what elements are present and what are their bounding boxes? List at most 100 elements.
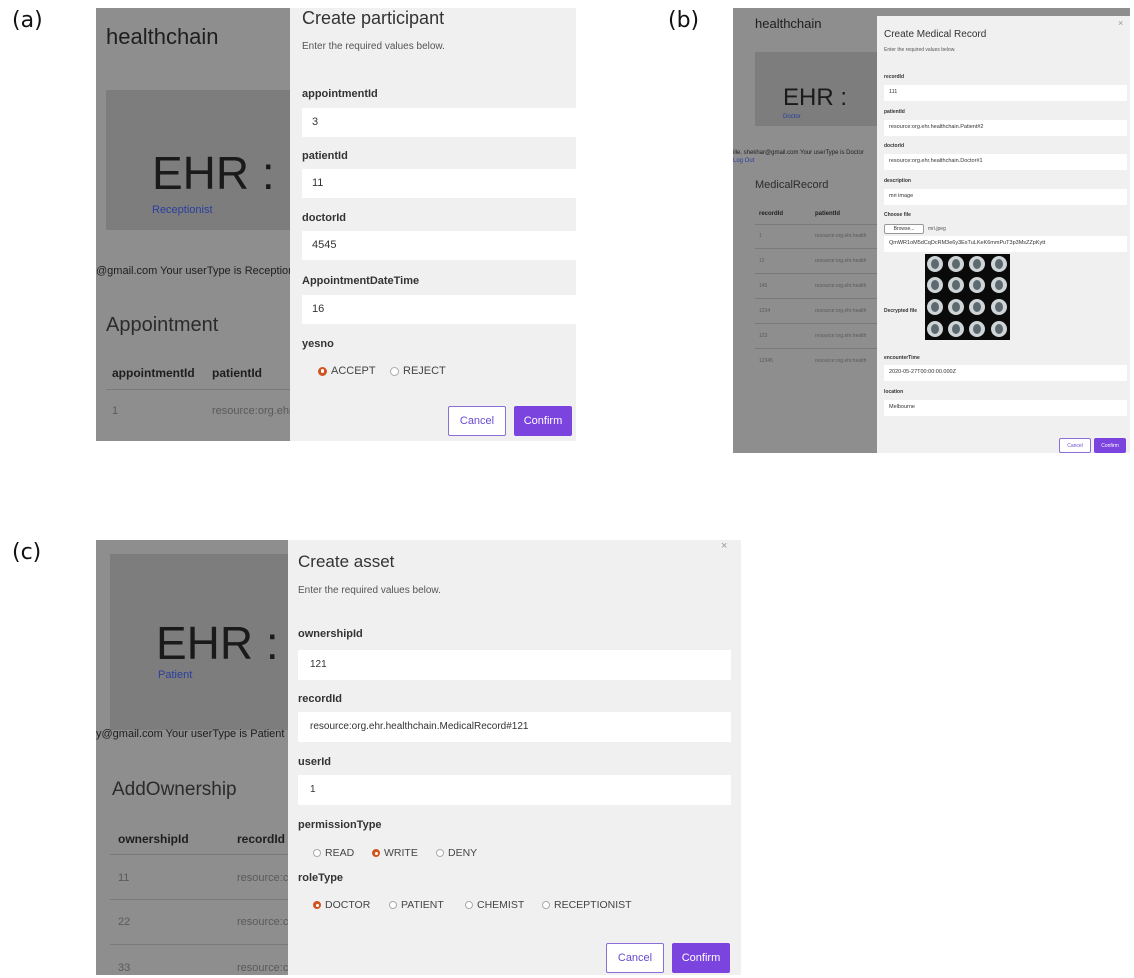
radio-unselected-icon	[542, 901, 550, 909]
radio-selected-icon	[318, 366, 327, 376]
table-cell-id: 1	[759, 233, 762, 239]
cancel-button[interactable]: Cancel	[606, 943, 664, 973]
ownershipid-input[interactable]: 121	[298, 650, 731, 680]
table-divider	[755, 224, 877, 225]
userid-input[interactable]: 1	[298, 775, 731, 805]
create-asset-modal: × Create asset Enter the required values…	[288, 540, 741, 975]
table-cell-id: 11	[118, 872, 130, 884]
receptionist-radio[interactable]: RECEPTIONIST	[542, 899, 632, 911]
close-icon[interactable]: ×	[721, 540, 727, 552]
role-link[interactable]: Doctor	[783, 114, 801, 120]
patientid-label: patientId	[302, 150, 348, 162]
yesno-label: yesno	[302, 338, 334, 350]
description-input[interactable]: mri image	[884, 189, 1127, 205]
confirm-button[interactable]: Confirm	[514, 406, 572, 436]
appointmentid-input[interactable]: 3	[302, 108, 576, 137]
table-cell-id: 33	[118, 962, 131, 974]
cancel-button[interactable]: Cancel	[1059, 438, 1091, 453]
browse-button[interactable]: Browse...	[884, 224, 924, 234]
ehr-title: EHR :	[156, 617, 279, 669]
screenshot-a: healthchain EHR : Receptionist @gmail.co…	[96, 8, 576, 441]
encountertime-input[interactable]: 2020-05-27T00:00:00.000Z	[884, 365, 1127, 381]
reject-radio[interactable]: REJECT	[390, 365, 446, 377]
table-header-recordid: recordId	[237, 832, 286, 846]
table-header-patientid: patientId	[815, 211, 840, 217]
radio-selected-icon	[372, 849, 380, 857]
table-header-recordid: recordId	[759, 211, 784, 217]
description-label: description	[884, 178, 911, 184]
table-divider	[110, 854, 290, 855]
modal-subtitle: Enter the required values below.	[302, 41, 445, 52]
appointmentdatetime-input[interactable]: 16	[302, 295, 576, 324]
read-radio[interactable]: READ	[313, 847, 354, 859]
table-cell-patient: resource:org.ehr.health	[815, 333, 867, 339]
confirm-button[interactable]: Confirm	[1094, 438, 1126, 453]
table-cell-id: 123	[759, 333, 768, 339]
encountertime-label: encounterTime	[884, 355, 920, 361]
table-cell-id: 12	[759, 258, 765, 264]
file-hash-input[interactable]: QmWR1oM5dCqDcRM3e6y3EsTuLKeK6mmPuT3p3MsZ…	[884, 236, 1127, 252]
table-cell-patient: resource:org.ehr.health	[815, 233, 867, 239]
panel-label-a: (a)	[12, 8, 43, 33]
read-label: READ	[325, 847, 355, 859]
table-cell-patient: resource:org.ehr.health	[815, 283, 867, 289]
table-divider	[755, 248, 877, 249]
user-info: ille. shekhar@gmail.com Your userType is…	[733, 150, 864, 156]
decrypted-file-label: Decrypted file	[884, 308, 918, 314]
table-cell-id: 22	[118, 916, 131, 928]
table-cell-patient: resource:org.ehr.health	[815, 358, 867, 364]
doctor-label: DOCTOR	[325, 899, 371, 911]
permissiontype-label: permissionType	[298, 819, 382, 831]
accept-radio[interactable]: ACCEPT	[318, 365, 376, 377]
deny-radio[interactable]: DENY	[436, 847, 477, 859]
table-divider	[755, 273, 877, 274]
table-cell-patient: resource:org.ehr.health	[815, 258, 867, 264]
ownershipid-label: ownershipId	[298, 628, 363, 640]
recordid-input[interactable]: resource:org.ehr.healthchain.MedicalReco…	[298, 712, 731, 742]
table-divider	[106, 389, 296, 390]
chemist-label: CHEMIST	[477, 899, 525, 911]
section-heading: Appointment	[106, 314, 219, 336]
user-info: y@gmail.com Your userType is Patient	[96, 728, 285, 740]
ehr-title: EHR :	[152, 147, 275, 199]
write-radio[interactable]: WRITE	[372, 847, 418, 859]
recordid-label: recordId	[884, 74, 905, 80]
confirm-button[interactable]: Confirm	[672, 943, 730, 973]
radio-unselected-icon	[436, 849, 444, 857]
close-icon[interactable]: ×	[1118, 18, 1123, 28]
table-divider	[110, 944, 290, 945]
panel-label-b: (b)	[668, 8, 700, 33]
role-link[interactable]: Receptionist	[152, 204, 213, 216]
userid-label: userId	[298, 756, 332, 768]
table-divider	[110, 899, 290, 900]
doctorid-input[interactable]: resource:org.ehr.healthchain.Doctor#1	[884, 154, 1127, 170]
radio-selected-icon	[313, 901, 321, 909]
doctor-radio[interactable]: DOCTOR	[313, 899, 370, 911]
chemist-radio[interactable]: CHEMIST	[465, 899, 524, 911]
roletype-label: roleType	[298, 872, 344, 884]
role-link[interactable]: Patient	[158, 669, 192, 681]
radio-unselected-icon	[465, 901, 473, 909]
patientid-input[interactable]: 11	[302, 169, 576, 198]
recordid-input[interactable]: 111	[884, 85, 1127, 101]
table-header-patientid: patientId	[212, 366, 262, 380]
screenshot-c: EHR : Patient y@gmail.com Your userType …	[96, 540, 741, 975]
table-cell-id: 12345	[759, 358, 773, 364]
modal-subtitle: Enter the required values below.	[298, 585, 441, 596]
table-header-appointmentid: appointmentId	[112, 366, 195, 380]
patient-radio[interactable]: PATIENT	[389, 899, 444, 911]
table-cell-record: resource:c	[237, 962, 289, 974]
accept-label: ACCEPT	[331, 365, 376, 377]
patientid-input[interactable]: resource:org.ehr.healthchain.Patient#2	[884, 120, 1127, 136]
table-cell-id: 145	[759, 283, 768, 289]
location-input[interactable]: Melbourne	[884, 400, 1127, 416]
doctorid-input[interactable]: 4545	[302, 231, 576, 260]
table-divider	[755, 323, 877, 324]
appointmentid-label: appointmentId	[302, 88, 378, 100]
cancel-button[interactable]: Cancel	[448, 406, 506, 436]
table-cell-record: resource:c	[237, 872, 289, 884]
user-info: @gmail.com Your userType is Reception	[96, 265, 295, 277]
logout-link[interactable]: Log Out	[733, 158, 754, 164]
doctorid-label: doctorId	[302, 212, 346, 224]
radio-unselected-icon	[313, 849, 321, 857]
